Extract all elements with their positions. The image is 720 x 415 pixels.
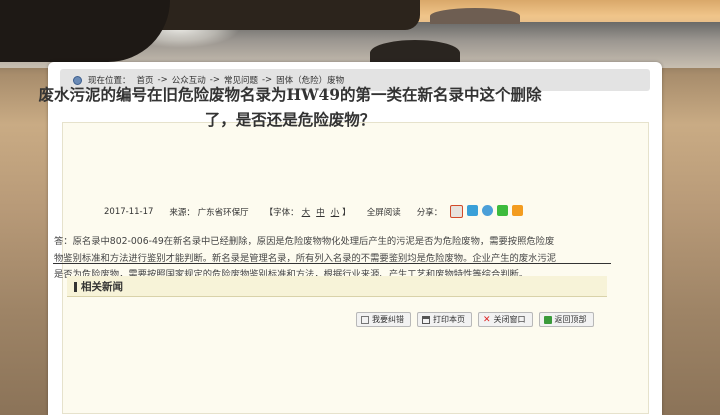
related-news-title: 相关新闻 — [81, 281, 123, 293]
section-marker — [74, 282, 77, 292]
article-title: 废水污泥的编号在旧危险废物名录为HW49的第一类在新名录中这个删除了，是否还是危… — [38, 85, 542, 129]
print-label: 打印本页 — [433, 315, 465, 324]
share-label: 分享： — [416, 207, 443, 218]
report-error-button[interactable]: 我要纠错 — [356, 312, 411, 327]
arrow-up-icon — [543, 315, 552, 324]
back-to-top-button[interactable]: 返回顶部 — [538, 312, 594, 327]
divider — [53, 263, 611, 264]
report-error-label: 我要纠错 — [372, 315, 404, 324]
edit-icon — [361, 315, 369, 324]
share-icons — [450, 205, 524, 218]
font-size-medium[interactable]: 中 — [316, 208, 325, 218]
article-date: 2017-11-17 — [104, 206, 154, 217]
close-window-button[interactable]: ✕ 关闭窗口 — [478, 312, 533, 327]
action-buttons: 我要纠错 打印本页 ✕ 关闭窗口 返回顶部 — [356, 312, 594, 327]
printer-icon — [422, 315, 430, 324]
font-size-small[interactable]: 小 — [331, 208, 340, 218]
print-button[interactable]: 打印本页 — [417, 312, 472, 327]
article-source: 来源： 广东省环保厅 — [169, 207, 249, 218]
sina-weibo-icon[interactable] — [450, 205, 464, 218]
font-size-label: 【字体： — [264, 207, 299, 218]
font-size-large[interactable]: 大 — [302, 208, 311, 218]
font-size-end: 】 — [342, 207, 351, 218]
fullscreen-read-link[interactable]: 全屏阅读 — [367, 206, 401, 218]
qzone-icon[interactable] — [467, 205, 479, 216]
more-share-icon[interactable] — [512, 205, 524, 216]
qq-weibo-icon[interactable] — [482, 205, 494, 216]
article-meta: 2017-11-17 来源： 广东省环保厅 【字体：大中小】 全屏阅读 分享： — [104, 205, 524, 218]
back-to-top-label: 返回顶部 — [554, 315, 587, 324]
background-island — [430, 8, 520, 24]
close-window-label: 关闭窗口 — [493, 315, 526, 324]
font-size-controls: 【字体：大中小】 — [265, 206, 351, 218]
wechat-icon[interactable] — [497, 205, 509, 216]
close-icon: ✕ — [483, 314, 491, 325]
related-news-header: 相关新闻 — [67, 276, 607, 297]
